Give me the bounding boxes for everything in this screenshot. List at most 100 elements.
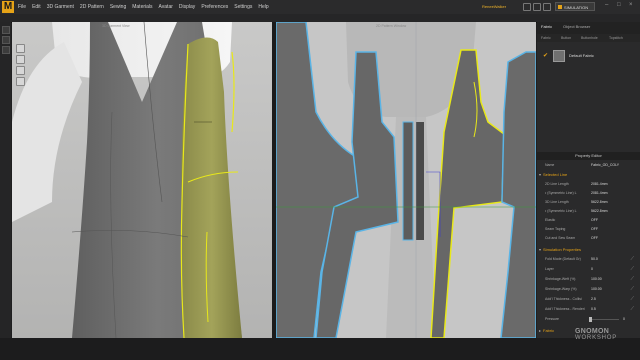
property-value[interactable]: 0 <box>623 317 625 321</box>
right-panel: Fabric Object Browser Fabric Button Butt… <box>537 22 640 338</box>
slider-knob[interactable] <box>589 317 592 322</box>
grid-icon[interactable] <box>523 3 531 11</box>
property-row: Fold Mode (Default Gr) 50.0 ⟋ <box>541 256 636 264</box>
app-logo: M <box>2 1 14 13</box>
menu-display[interactable]: Display <box>179 4 195 10</box>
edit-icon[interactable]: ⟋ <box>630 276 634 282</box>
property-row-pressure: Pressure 0 <box>541 316 636 324</box>
subtab-fabric[interactable]: Fabric <box>541 36 551 40</box>
subtab-topstitch[interactable]: Topstitch <box>609 36 623 40</box>
3d-view-controls <box>16 44 25 88</box>
subtab-button[interactable]: Button <box>561 36 571 40</box>
3d-viewport-title: 3D Garment View <box>102 24 130 28</box>
menu-settings[interactable]: Settings <box>234 4 252 10</box>
property-label: Add'l Thickness - Renderi <box>545 307 585 311</box>
property-value[interactable]: 0.5 <box>591 307 596 311</box>
select-tool-icon[interactable] <box>2 26 10 34</box>
menu-file[interactable]: File <box>18 4 26 10</box>
property-label: Elastic <box>545 218 556 222</box>
tab-fabric[interactable]: Fabric <box>541 24 552 29</box>
edit-icon[interactable]: ⟋ <box>630 296 634 302</box>
watermark-logo: GNOMON WORKSHOP <box>575 328 617 342</box>
collapse-icon: ▾ <box>539 172 542 177</box>
close-icon[interactable]: × <box>629 2 633 8</box>
monitor-icon[interactable] <box>543 3 551 11</box>
edit-icon[interactable]: ⟋ <box>630 286 634 292</box>
property-row: 2D Line Length 2081.4mm <box>541 181 636 189</box>
section-selected-line[interactable]: ▾ Selected Line <box>539 172 638 180</box>
property-label: Shrinkage-Weft (%) <box>545 277 576 281</box>
simulation-button[interactable]: SIMULATION <box>555 2 595 11</box>
3d-garment-viewport[interactable]: 3D Garment View <box>12 22 272 338</box>
property-value[interactable]: 100.00 <box>591 287 602 291</box>
menu-avatar[interactable]: Avatar <box>159 4 173 10</box>
layout-icon[interactable] <box>533 3 541 11</box>
property-value: 5622.8mm <box>591 209 608 213</box>
property-label: 2D Line Length <box>545 182 569 186</box>
edit-icon[interactable]: ⟋ <box>630 306 634 312</box>
name-label: Name <box>545 163 555 167</box>
section-title: Simulation Properties <box>543 247 582 252</box>
view-tool-4-icon[interactable] <box>16 77 25 86</box>
fabric-name: Default Fabric <box>569 53 594 58</box>
property-value: 2081.4mm <box>591 191 608 195</box>
property-row: Add'l Thickness - Collisi 2.5 ⟋ <box>541 296 636 304</box>
name-value[interactable]: Fabric_OD_COLY <box>591 163 619 167</box>
property-label: Fold Mode (Default Gr) <box>545 257 581 261</box>
watermark-line2: WORKSHOP <box>575 335 618 341</box>
view-tool-3-icon[interactable] <box>16 66 25 75</box>
property-label: Layer <box>545 267 554 271</box>
2d-pattern-render <box>276 22 536 338</box>
property-row: Layer 0 ⟋ <box>541 266 636 274</box>
watermark-line1: GNOMON <box>575 328 610 335</box>
property-value: 5622.8mm <box>591 200 608 204</box>
menu-help[interactable]: Help <box>258 4 268 10</box>
menu-preferences[interactable]: Preferences <box>201 4 228 10</box>
pressure-slider[interactable] <box>589 317 619 322</box>
subtab-buttonhole[interactable]: Buttonhole <box>581 36 598 40</box>
property-row: • (Symmetric Line) L 5622.8mm <box>541 208 636 216</box>
property-value[interactable]: 0 <box>591 267 593 271</box>
pin-tool-icon[interactable] <box>2 46 10 54</box>
edit-icon[interactable]: ⟋ <box>630 256 634 262</box>
left-toolbar <box>0 22 11 338</box>
property-value[interactable]: 50.0 <box>591 257 598 261</box>
2d-pattern-viewport[interactable]: 2D Pattern Window <box>276 22 536 338</box>
collapse-icon: ▸ <box>539 328 542 333</box>
maximize-icon[interactable]: □ <box>617 2 621 8</box>
view-tool-2-icon[interactable] <box>16 55 25 64</box>
property-row: Elastic OFF <box>541 217 636 225</box>
simulation-label: SIMULATION <box>564 5 589 10</box>
section-simulation-properties[interactable]: ▾ Simulation Properties <box>539 247 638 255</box>
property-label: • (Symmetric Line) L <box>545 191 577 195</box>
property-value[interactable]: OFF <box>591 227 598 231</box>
property-value[interactable]: OFF <box>591 218 598 222</box>
name-row: Name Fabric_OD_COLY <box>541 162 636 170</box>
edit-icon[interactable]: ⟋ <box>630 266 634 272</box>
section-title: Fabric <box>543 328 555 333</box>
menu-2d-pattern[interactable]: 2D Pattern <box>80 4 104 10</box>
minimize-icon[interactable]: – <box>605 2 608 8</box>
property-value[interactable]: 100.00 <box>591 277 602 281</box>
fabric-list-item[interactable]: ✔ Default Fabric <box>539 48 638 62</box>
property-value[interactable]: OFF <box>591 236 598 240</box>
property-row: Seam Taping OFF <box>541 226 636 234</box>
property-value[interactable]: 2.5 <box>591 297 596 301</box>
tab-object-browser[interactable]: Object Browser <box>563 24 590 29</box>
property-label: Seam Taping <box>545 227 566 231</box>
check-icon: ✔ <box>543 53 549 59</box>
property-label: 3D Line Length <box>545 200 569 204</box>
menu-3d-garment[interactable]: 3D Garment <box>47 4 74 10</box>
move-tool-icon[interactable] <box>2 36 10 44</box>
menu-sewing[interactable]: Sewing <box>110 4 126 10</box>
property-label: Cut and Sew Seam <box>545 236 576 240</box>
view-tool-1-icon[interactable] <box>16 44 25 53</box>
2d-viewport-title: 2D Pattern Window <box>376 24 407 28</box>
menu-materials[interactable]: Materials <box>132 4 152 10</box>
main-menu: File Edit 3D Garment 2D Pattern Sewing M… <box>18 0 275 14</box>
property-label: Add'l Thickness - Collisi <box>545 297 582 301</box>
menu-edit[interactable]: Edit <box>32 4 41 10</box>
property-row: Shrinkage-Weft (%) 100.00 ⟋ <box>541 276 636 284</box>
user-name[interactable]: ReneeWalker <box>482 4 506 9</box>
fabric-subtabs: Fabric Button Buttonhole Topstitch <box>537 34 640 42</box>
